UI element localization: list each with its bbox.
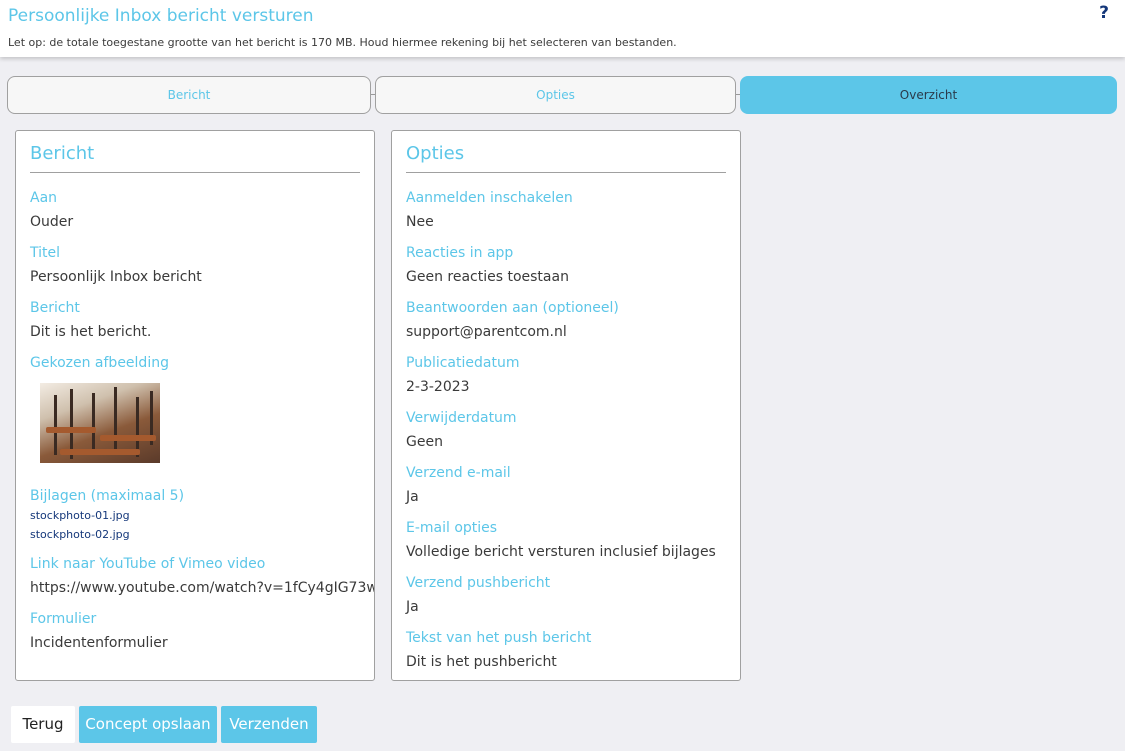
field-label: Tekst van het push bericht [406, 630, 592, 646]
step-bericht[interactable]: Bericht [7, 76, 371, 114]
field-value: Ja [406, 489, 419, 505]
field-email-opties: E-mail opties Volledige bericht versture… [406, 519, 726, 563]
chosen-image-thumbnail [40, 383, 160, 463]
field-value: Dit is het pushbericht [406, 654, 557, 670]
bericht-summary-card: Bericht Aan Ouder Titel Persoonlijk Inbo… [15, 130, 375, 681]
attachment-link[interactable]: stockphoto-02.jpg [30, 525, 360, 544]
field-value: support@parentcom.nl [406, 324, 567, 340]
field-label: Beantwoorden aan (optioneel) [406, 300, 619, 316]
field-value: Persoonlijk Inbox bericht [30, 269, 202, 285]
send-button[interactable]: Verzenden [221, 706, 317, 743]
field-label: Formulier [30, 611, 97, 627]
field-push-tekst: Tekst van het push bericht Dit is het pu… [406, 629, 726, 673]
field-label: Link naar YouTube of Vimeo video [30, 556, 266, 572]
field-label: Titel [30, 245, 61, 261]
field-verzend-push: Verzend pushbericht Ja [406, 574, 726, 618]
field-value: Ouder [30, 214, 74, 230]
field-value: Incidentenformulier [30, 635, 168, 651]
field-value: Ja [406, 599, 419, 615]
step-opties[interactable]: Opties [375, 76, 736, 114]
card-title: Bericht [30, 143, 360, 173]
field-value: Geen reacties toestaan [406, 269, 569, 285]
field-video: Link naar YouTube of Vimeo video https:/… [30, 555, 375, 599]
help-icon[interactable]: ? [1099, 3, 1109, 23]
field-value: 2-3-2023 [406, 379, 470, 395]
field-value: https://www.youtube.com/watch?v=1fCy4gIG… [30, 580, 375, 596]
field-value: Geen [406, 434, 443, 450]
field-value: Dit is het bericht. [30, 324, 152, 340]
field-label: Gekozen afbeelding [30, 355, 169, 371]
field-label: E-mail opties [406, 520, 498, 536]
opties-summary-card: Opties Aanmelden inschakelen Nee Reactie… [391, 130, 741, 681]
field-label: Publicatiedatum [406, 355, 520, 371]
size-limit-note: Let op: de totale toegestane grootte van… [8, 36, 677, 49]
field-aanmelden: Aanmelden inschakelen Nee [406, 189, 726, 233]
field-label: Reacties in app [406, 245, 514, 261]
field-aan: Aan Ouder [30, 189, 360, 233]
field-publicatiedatum: Publicatiedatum 2-3-2023 [406, 354, 726, 398]
step-overzicht[interactable]: Overzicht [740, 76, 1117, 114]
field-label: Verzend pushbericht [406, 575, 551, 591]
field-afbeelding: Gekozen afbeelding [30, 354, 360, 463]
field-formulier: Formulier Incidentenformulier [30, 610, 360, 654]
field-value: Volledige bericht versturen inclusief bi… [406, 544, 716, 560]
field-titel: Titel Persoonlijk Inbox bericht [30, 244, 360, 288]
page-header: Persoonlijke Inbox bericht versturen Let… [0, 0, 1125, 57]
field-label: Bijlagen (maximaal 5) [30, 488, 185, 504]
field-bijlagen: Bijlagen (maximaal 5) stockphoto-01.jpg … [30, 487, 360, 544]
back-button[interactable]: Terug [11, 706, 75, 743]
card-title: Opties [406, 143, 726, 173]
attachment-link[interactable]: stockphoto-01.jpg [30, 506, 360, 525]
field-label: Verzend e-mail [406, 465, 511, 481]
field-verzend-email: Verzend e-mail Ja [406, 464, 726, 508]
field-value: Nee [406, 214, 434, 230]
field-label: Aanmelden inschakelen [406, 190, 573, 206]
field-beantwoorden: Beantwoorden aan (optioneel) support@par… [406, 299, 726, 343]
field-reacties: Reacties in app Geen reacties toestaan [406, 244, 726, 288]
field-verwijderdatum: Verwijderdatum Geen [406, 409, 726, 453]
page-title: Persoonlijke Inbox bericht versturen [8, 6, 314, 26]
field-label: Verwijderdatum [406, 410, 517, 426]
field-label: Aan [30, 190, 58, 206]
save-draft-button[interactable]: Concept opslaan [79, 706, 217, 743]
field-bericht: Bericht Dit is het bericht. [30, 299, 360, 343]
field-label: Bericht [30, 300, 80, 316]
